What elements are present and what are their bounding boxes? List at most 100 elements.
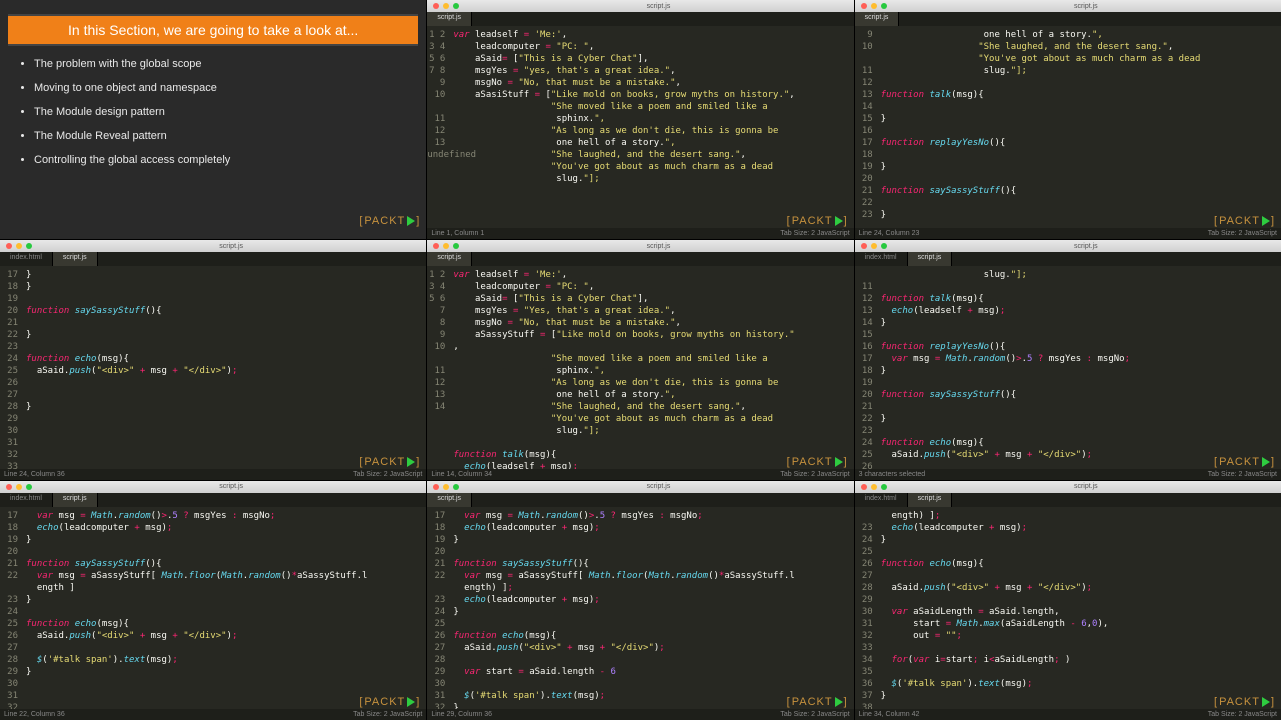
code-area[interactable]: 17 18 19 20 21 22 23 24 25 26 27 28 29 3…	[427, 507, 853, 709]
play-icon	[1262, 457, 1270, 467]
play-icon	[1262, 216, 1270, 226]
close-icon[interactable]	[6, 243, 12, 249]
minimize-icon[interactable]	[871, 484, 877, 490]
code-area[interactable]: 11 12 13 14 15 16 17 18 19 20 21 22 23 2…	[855, 266, 1281, 468]
minimize-icon[interactable]	[443, 243, 449, 249]
tab-index[interactable]: index.html	[0, 493, 53, 507]
tab-script[interactable]: script.js	[427, 493, 472, 507]
tab-bar: script.js	[427, 252, 853, 266]
minimize-icon[interactable]	[871, 3, 877, 9]
status-bar: Line 1, Column 1 Tab Size: 2 JavaScript	[427, 228, 853, 239]
maximize-icon[interactable]	[881, 3, 887, 9]
editor-pane: script.jsscript.js17 18 19 20 21 22 23 2…	[427, 481, 853, 720]
minimize-icon[interactable]	[16, 484, 22, 490]
editor-pane: script.js script.js 9 10 11 12 13 14 15 1…	[855, 0, 1281, 239]
status-left: Line 22, Column 36	[4, 711, 65, 718]
tab-bar: index.htmlscript.js	[0, 252, 426, 266]
status-bar: Line 14, Column 34Tab Size: 2 JavaScript	[427, 469, 853, 480]
close-icon[interactable]	[861, 484, 867, 490]
tab-index[interactable]: index.html	[855, 493, 908, 507]
code-content[interactable]: } } function saySassyStuff(){ } function…	[22, 266, 426, 468]
packt-logo: PACKT	[1214, 215, 1275, 227]
editor-pane: script.jsindex.htmlscript.js17 18 19 20 …	[0, 240, 426, 479]
packt-logo: PACKT	[359, 215, 420, 227]
status-right: Tab Size: 2 JavaScript	[780, 230, 849, 237]
maximize-icon[interactable]	[453, 484, 459, 490]
status-right: Tab Size: 2 JavaScript	[780, 711, 849, 718]
play-icon	[835, 457, 843, 467]
maximize-icon[interactable]	[453, 3, 459, 9]
window-titlebar[interactable]: script.js	[855, 240, 1281, 252]
status-right: Tab Size: 2 JavaScript	[353, 471, 422, 478]
tab-script[interactable]: script.js	[427, 252, 472, 266]
code-content[interactable]: var msg = Math.random()>.5 ? msgYes : ms…	[22, 507, 426, 709]
code-area[interactable]: 1 2 3 4 5 6 7 8 9 10 11 12 13 14 var lea…	[427, 266, 853, 468]
close-icon[interactable]	[433, 484, 439, 490]
status-right: Tab Size: 2 JavaScript	[1208, 471, 1277, 478]
status-left: Line 1, Column 1	[431, 230, 484, 237]
code-content[interactable]: var leadself = 'Me:', leadcomputer = "PC…	[449, 266, 853, 468]
code-area[interactable]: 9 10 11 12 13 14 15 16 17 18 19 20 21 22…	[855, 26, 1281, 228]
status-left: Line 14, Column 34	[431, 471, 492, 478]
minimize-icon[interactable]	[443, 484, 449, 490]
window-titlebar[interactable]: script.js	[427, 240, 853, 252]
slide-bullet: The Module design pattern	[34, 106, 426, 118]
play-icon	[407, 216, 415, 226]
maximize-icon[interactable]	[26, 243, 32, 249]
code-content[interactable]: slug."]; function talk(msg){ echo(leadse…	[877, 266, 1281, 468]
line-gutter: 17 18 19 20 21 22 23 24 25 26 27 28 29 3…	[427, 507, 449, 709]
tab-bar: index.htmlscript.js	[0, 493, 426, 507]
window-titlebar[interactable]: script.js	[855, 0, 1281, 12]
tab-script[interactable]: script.js	[855, 12, 900, 26]
line-gutter: 9 10 11 12 13 14 15 16 17 18 19 20 21 22…	[855, 26, 877, 228]
close-icon[interactable]	[6, 484, 12, 490]
close-icon[interactable]	[433, 243, 439, 249]
line-gutter: 17 18 19 20 21 22 23 24 25 26 27 28 29 3…	[0, 507, 22, 709]
tab-script[interactable]: script.js	[53, 252, 98, 266]
minimize-icon[interactable]	[443, 3, 449, 9]
tab-bar: index.htmlscript.js	[855, 252, 1281, 266]
maximize-icon[interactable]	[453, 243, 459, 249]
close-icon[interactable]	[861, 243, 867, 249]
line-gutter: 1 2 3 4 5 6 7 8 9 10 11 12 13 14	[427, 266, 449, 468]
code-content[interactable]: ength) ]; echo(leadcomputer + msg); } fu…	[877, 507, 1281, 709]
slide-pane: In this Section, we are going to take a …	[0, 0, 426, 239]
play-icon	[1262, 697, 1270, 707]
tab-bar: script.js	[427, 493, 853, 507]
maximize-icon[interactable]	[881, 484, 887, 490]
window-titlebar[interactable]: script.js	[427, 0, 853, 12]
tab-script[interactable]: script.js	[908, 493, 953, 507]
tab-script[interactable]: script.js	[427, 12, 472, 26]
play-icon	[835, 216, 843, 226]
minimize-icon[interactable]	[871, 243, 877, 249]
status-left: Line 24, Column 23	[859, 230, 920, 237]
editor-pane: script.jsindex.htmlscript.js 23 24 25 26…	[855, 481, 1281, 720]
window-title: script.js	[463, 3, 853, 10]
maximize-icon[interactable]	[26, 484, 32, 490]
code-content[interactable]: one hell of a story.", "She laughed, and…	[877, 26, 1281, 228]
packt-logo: PACKT	[359, 456, 420, 468]
window-titlebar[interactable]: script.js	[427, 481, 853, 493]
code-area[interactable]: 23 24 25 26 27 28 29 30 31 32 33 34 35 3…	[855, 507, 1281, 709]
window-titlebar[interactable]: script.js	[0, 240, 426, 252]
line-gutter: 11 12 13 14 15 16 17 18 19 20 21 22 23 2…	[855, 266, 877, 468]
tab-script[interactable]: script.js	[908, 252, 953, 266]
code-content[interactable]: var leadself = 'Me:', leadcomputer = "PC…	[449, 26, 853, 228]
code-area[interactable]: 17 18 19 20 21 22 23 24 25 26 27 28 29 3…	[0, 507, 426, 709]
tab-index[interactable]: index.html	[855, 252, 908, 266]
window-titlebar[interactable]: script.js	[0, 481, 426, 493]
window-title: script.js	[891, 3, 1281, 10]
line-gutter: 23 24 25 26 27 28 29 30 31 32 33 34 35 3…	[855, 507, 877, 709]
code-content[interactable]: var msg = Math.random()>.5 ? msgYes : ms…	[449, 507, 853, 709]
window-titlebar[interactable]: script.js	[855, 481, 1281, 493]
code-area[interactable]: 17 18 19 20 21 22 23 24 25 26 27 28 29 3…	[0, 266, 426, 468]
window-title: script.js	[891, 483, 1281, 490]
close-icon[interactable]	[861, 3, 867, 9]
maximize-icon[interactable]	[881, 243, 887, 249]
close-icon[interactable]	[433, 3, 439, 9]
editor-pane: script.jsindex.htmlscript.js17 18 19 20 …	[0, 481, 426, 720]
code-area[interactable]: 1 2 3 4 5 6 7 8 9 10 11 12 13 undefined …	[427, 26, 853, 228]
tab-script[interactable]: script.js	[53, 493, 98, 507]
minimize-icon[interactable]	[16, 243, 22, 249]
tab-index[interactable]: index.html	[0, 252, 53, 266]
